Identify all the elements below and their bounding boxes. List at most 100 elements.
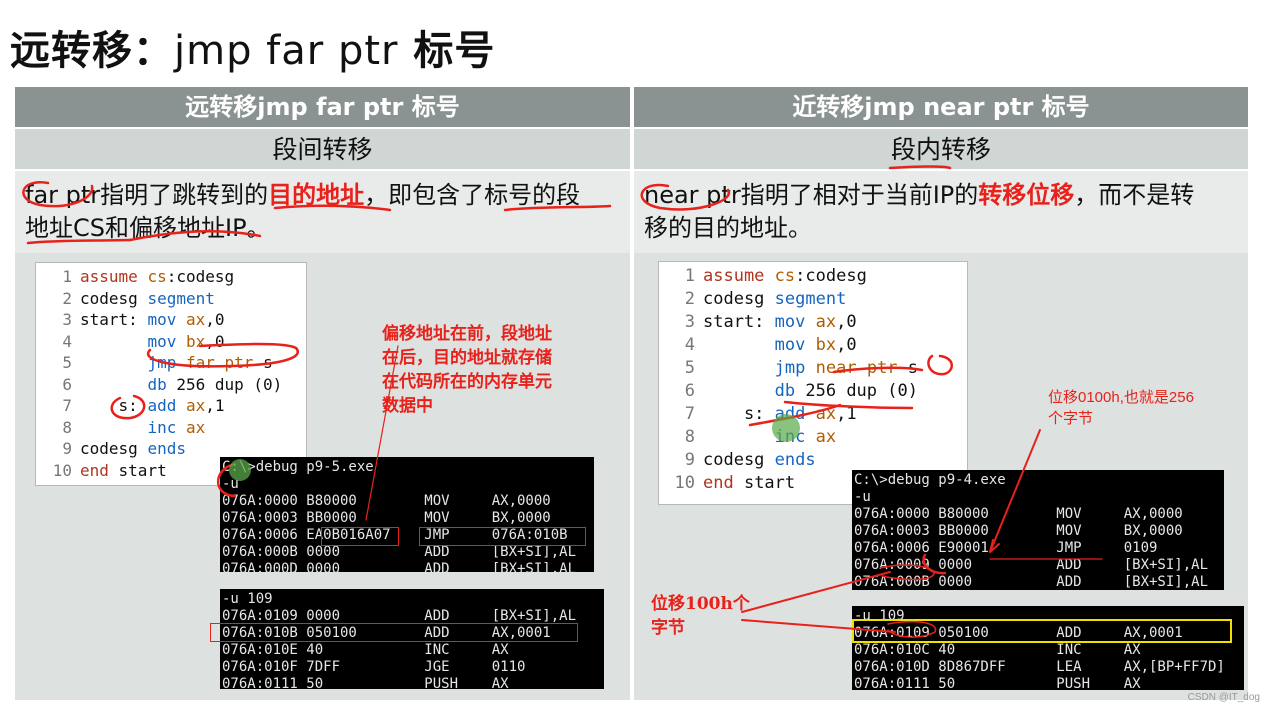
code-line: 7 s: add ax,1 bbox=[663, 403, 963, 426]
code-line: 2 codesg segment bbox=[663, 288, 963, 311]
desc-text: ，即包含了标号的段 bbox=[364, 181, 581, 209]
desc-highlight: 目的地址 bbox=[268, 181, 365, 209]
line-number: 4 bbox=[62, 331, 72, 351]
slide-title-label: 标号 bbox=[398, 28, 496, 74]
code-text: start: mov ax,0 bbox=[80, 310, 225, 329]
console-line: 076A:000D 0000 ADD [BX+SI],AL bbox=[222, 561, 577, 572]
code-text: db 256 dup (0) bbox=[147, 374, 283, 394]
jmp-target-highlight bbox=[419, 527, 586, 546]
console-line: C:\>debug p9-5.exe bbox=[222, 459, 374, 475]
line-number: 4 bbox=[684, 335, 695, 355]
line-number: 6 bbox=[684, 381, 695, 401]
code-line: 1 assume cs:codesg bbox=[663, 265, 963, 288]
console-line: 076A:010D 8D867DFF LEA AX,[BP+FF7D] bbox=[854, 659, 1225, 675]
line-number: 10 bbox=[674, 473, 695, 493]
watermark: CSDN @IT_dog bbox=[1187, 692, 1260, 703]
console-line: 076A:010E 40 INC AX bbox=[222, 642, 509, 658]
line-number: 2 bbox=[684, 289, 695, 309]
desc-text: 指明了相对于当前IP的 bbox=[740, 181, 979, 209]
line-number: 8 bbox=[684, 427, 695, 447]
line-number: 10 bbox=[52, 460, 72, 480]
code-line: 9 codesg ends bbox=[663, 449, 963, 472]
near-jump-subtitle: 段内转移 bbox=[634, 127, 1248, 169]
slide-title-cn: 远转移： bbox=[10, 28, 174, 74]
code-line: 5 jmp near ptr s bbox=[663, 357, 963, 380]
code-text: assume cs:codesg bbox=[80, 267, 235, 286]
code-line: 1 assume cs:codesg bbox=[40, 266, 302, 288]
code-line: 8 inc ax bbox=[663, 426, 963, 449]
displacement-note: 位移0100h,也就是256个字节 bbox=[1048, 389, 1194, 427]
far-jump-debug-console: C:\>debug p9-5.exe -u 076A:0000 B80000 MOV… bbox=[220, 457, 594, 572]
code-line: 3 start: mov ax,0 bbox=[663, 311, 963, 334]
far-jump-code-listing: 1 assume cs:codesg 2 codesg segment 3 start: … bbox=[35, 262, 307, 486]
code-line: 8 inc ax bbox=[40, 417, 302, 439]
code-text: assume cs:codesg bbox=[703, 266, 867, 286]
line-number: 9 bbox=[684, 450, 695, 470]
console-line: 076A:010F 7DFF JGE 0110 bbox=[222, 659, 526, 675]
code-line: 2 codesg segment bbox=[40, 288, 302, 310]
code-line: 6 db 256 dup (0) bbox=[663, 380, 963, 403]
line-number: 7 bbox=[684, 404, 695, 424]
console-line: 076A:0111 50 PUSH AX bbox=[854, 676, 1141, 690]
code-text: inc ax bbox=[774, 427, 837, 447]
line-number: 3 bbox=[684, 312, 695, 332]
line-number: 5 bbox=[62, 353, 72, 372]
line-number: 6 bbox=[62, 374, 72, 394]
code-line: 7 s: add ax,1 bbox=[40, 395, 302, 417]
desc-text: ，而不是转 bbox=[1074, 181, 1195, 209]
code-text: end start bbox=[703, 473, 796, 493]
address-order-note: 偏移地址在前，段地址在后，目的地址就存储在代码所在的内存单元数据中 bbox=[382, 324, 552, 416]
line-number: 7 bbox=[62, 396, 72, 415]
code-text: jmp near ptr s bbox=[774, 358, 919, 378]
console-line: -u 109 bbox=[222, 591, 273, 607]
desc-highlight: 转移位移 bbox=[978, 181, 1075, 209]
console-line: -u bbox=[854, 489, 871, 505]
console-line: 076A:000B 0000 ADD [BX+SI],AL bbox=[854, 574, 1209, 590]
line-number: 2 bbox=[62, 288, 72, 308]
code-text: s: add ax,1 bbox=[80, 396, 225, 415]
far-jump-description: far ptr指明了跳转到的目的地址，即包含了标号的段 地址CS和偏移地址IP。 bbox=[15, 169, 630, 253]
line-number: 5 bbox=[684, 358, 695, 378]
near-jump-header: 近转移jmp near ptr 标号 bbox=[634, 87, 1248, 127]
target-line-yellow-highlight bbox=[852, 619, 1232, 643]
code-line: 6 db 256 dup (0) bbox=[40, 374, 302, 396]
code-line: 4 mov bx,0 bbox=[40, 331, 302, 353]
console-line: 076A:000B 0000 ADD [BX+SI],AL bbox=[222, 544, 577, 560]
console-line: C:\>debug p9-4.exe bbox=[854, 472, 1006, 488]
code-text: db 256 dup (0) bbox=[774, 381, 918, 401]
line-number: 9 bbox=[62, 439, 72, 458]
code-line: 5 jmp far ptr s bbox=[40, 352, 302, 374]
far-jump-header: 远转移jmp far ptr 标号 bbox=[15, 87, 630, 127]
line-number: 8 bbox=[62, 417, 72, 437]
code-text: mov bx,0 bbox=[147, 331, 225, 351]
line-number: 1 bbox=[684, 266, 695, 286]
console-line: 076A:0000 B80000 MOV AX,0000 bbox=[854, 506, 1183, 522]
console-line: 076A:0111 50 PUSH AX bbox=[222, 676, 509, 689]
slide-title: 远转移：jmp far ptr 标号 bbox=[10, 18, 495, 76]
code-line: 4 mov bx,0 bbox=[663, 334, 963, 357]
line-number: 1 bbox=[62, 267, 72, 286]
near-jump-description: near ptr指明了相对于当前IP的转移位移，而不是转移的目的地址。 bbox=[634, 169, 1248, 253]
code-text: inc ax bbox=[147, 417, 206, 437]
near-jump-debug-console: C:\>debug p9-4.exe -u 076A:0000 B80000 MOV… bbox=[852, 470, 1224, 590]
console-line: 076A:0006 E90001 JMP 0109 bbox=[854, 540, 1158, 556]
code-text: mov bx,0 bbox=[774, 335, 857, 355]
target-line-highlight bbox=[210, 623, 578, 642]
console-line: 076A:010C 40 INC AX bbox=[854, 642, 1141, 658]
desc-keyword: far ptr bbox=[25, 181, 101, 209]
console-line: 076A:0003 BB0000 MOV BX,0000 bbox=[854, 523, 1183, 539]
code-line: 3 start: mov ax,0 bbox=[40, 309, 302, 331]
near-jump-code-listing: 1 assume cs:codesg 2 codesg segment 3 start: … bbox=[658, 261, 968, 505]
slide-title-code: jmp far ptr bbox=[174, 28, 399, 74]
displacement-100h-note: 位移100h个字节 bbox=[651, 594, 750, 638]
code-text: start: mov ax,0 bbox=[703, 312, 857, 332]
desc-text: 地址CS和偏移地址IP。 bbox=[25, 214, 271, 242]
desc-text: 移的目的地址。 bbox=[644, 214, 812, 242]
console-line: 076A:0000 B80000 MOV AX,0000 bbox=[222, 493, 551, 509]
code-text: jmp far ptr s bbox=[147, 353, 273, 372]
line-number: 3 bbox=[62, 310, 72, 329]
code-text: codesg segment bbox=[703, 289, 847, 309]
jmp-operand-highlight bbox=[321, 527, 399, 546]
console-line: 076A:0003 BB0000 MOV BX,0000 bbox=[222, 510, 551, 526]
desc-keyword: near ptr bbox=[644, 181, 741, 209]
